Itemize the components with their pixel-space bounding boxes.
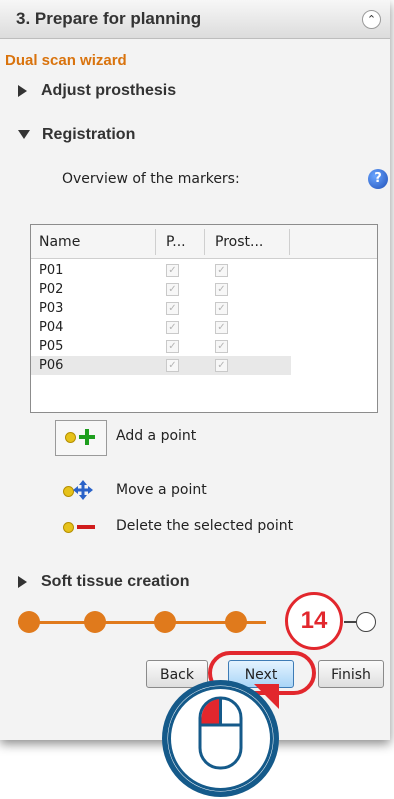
section-adjust-label: Adjust prosthesis	[41, 82, 177, 99]
expand-arrow-icon	[18, 84, 27, 97]
section-adjust-prosthesis[interactable]: Adjust prosthesis	[18, 82, 176, 100]
point-dot-icon	[63, 522, 74, 533]
expand-arrow-icon	[18, 575, 27, 588]
collapse-icon[interactable]: ⌃	[362, 10, 381, 29]
checkbox-icon: ✓	[215, 321, 228, 334]
column-header-prost[interactable]: Prost...	[215, 234, 263, 250]
collapse-arrow-icon	[18, 130, 30, 140]
delete-point-button[interactable]	[55, 512, 105, 542]
step-dot	[18, 611, 40, 633]
move-arrows-icon	[73, 480, 93, 500]
checkbox-icon: ✓	[166, 264, 179, 277]
column-header-name[interactable]: Name	[39, 234, 80, 250]
checkbox-icon: ✓	[215, 302, 228, 315]
markers-table: Name P... Prost... P01 ✓ ✓ P02 ✓ ✓ P03 ✓…	[30, 224, 378, 413]
column-divider	[155, 229, 156, 255]
step-dot-empty	[356, 612, 376, 632]
finish-button[interactable]: Finish	[318, 660, 384, 688]
table-row-selected[interactable]: P06 ✓ ✓	[31, 356, 291, 375]
step-dot	[154, 611, 176, 633]
section-registration-label: Registration	[42, 126, 136, 143]
section-soft-tissue-label: Soft tissue creation	[41, 573, 190, 590]
table-row[interactable]: P02 ✓ ✓	[31, 280, 291, 299]
table-row[interactable]: P01 ✓ ✓	[31, 261, 291, 280]
marker-name: P03	[39, 301, 64, 316]
point-dot-icon	[65, 432, 76, 443]
plus-icon	[79, 429, 95, 445]
checkbox-icon: ✓	[215, 340, 228, 353]
marker-name: P01	[39, 263, 64, 278]
overview-label: Overview of the markers:	[62, 171, 240, 187]
add-point-label: Add a point	[116, 428, 197, 444]
marker-name: P06	[39, 358, 64, 373]
checkbox-icon: ✓	[215, 359, 228, 372]
mouse-click-badge	[162, 680, 279, 797]
checkbox-icon: ✓	[166, 359, 179, 372]
section-registration[interactable]: Registration	[18, 126, 135, 144]
column-header-p[interactable]: P...	[166, 234, 186, 250]
marker-name: P02	[39, 282, 64, 297]
marker-name: P04	[39, 320, 64, 335]
delete-point-label: Delete the selected point	[116, 518, 294, 534]
table-header: Name P... Prost...	[31, 225, 377, 259]
checkbox-icon: ✓	[215, 264, 228, 277]
help-icon[interactable]: ?	[368, 169, 388, 189]
step-number-badge: 14	[285, 592, 343, 650]
marker-name: P05	[39, 339, 64, 354]
move-point-button[interactable]	[55, 476, 105, 506]
checkbox-icon: ✓	[215, 283, 228, 296]
progress-line-end	[344, 621, 356, 623]
panel-header: 3. Prepare for planning ⌃	[0, 0, 390, 39]
table-row[interactable]: P04 ✓ ✓	[31, 318, 291, 337]
checkbox-icon: ✓	[166, 302, 179, 315]
move-point-label: Move a point	[116, 482, 207, 498]
prepare-panel: 3. Prepare for planning ⌃ Dual scan wiza…	[0, 0, 390, 740]
step-dot	[225, 611, 247, 633]
add-point-button[interactable]	[55, 420, 107, 456]
step-dot	[84, 611, 106, 633]
column-divider	[289, 229, 290, 255]
mouse-icon	[167, 684, 279, 792]
column-divider	[204, 229, 205, 255]
wizard-title: Dual scan wizard	[5, 52, 127, 69]
panel-title: 3. Prepare for planning	[16, 9, 202, 28]
minus-icon	[77, 525, 95, 529]
checkbox-icon: ✓	[166, 340, 179, 353]
table-row[interactable]: P05 ✓ ✓	[31, 337, 291, 356]
section-soft-tissue[interactable]: Soft tissue creation	[18, 573, 189, 591]
checkbox-icon: ✓	[166, 321, 179, 334]
table-row[interactable]: P03 ✓ ✓	[31, 299, 291, 318]
checkbox-icon: ✓	[166, 283, 179, 296]
